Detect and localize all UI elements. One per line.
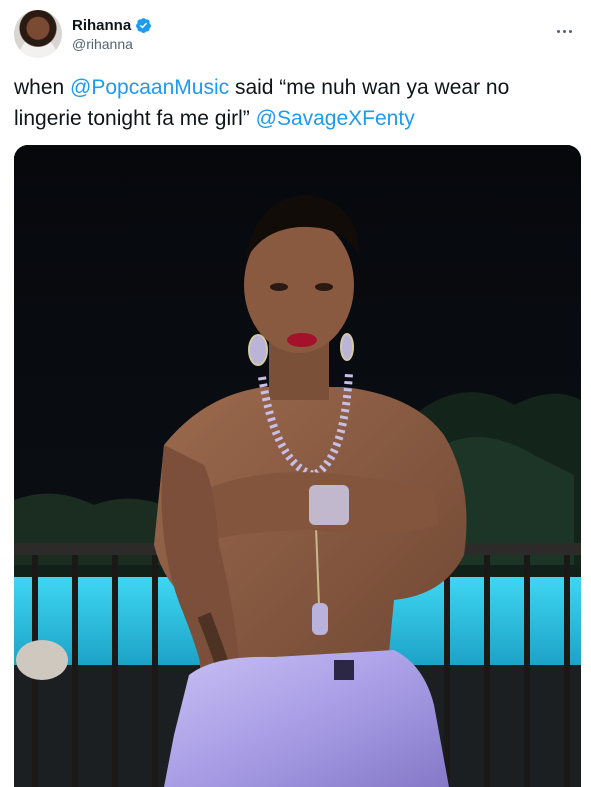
author-handle[interactable]: @rihanna xyxy=(72,36,133,52)
author-display-name[interactable]: Rihanna xyxy=(72,17,131,34)
more-options-icon[interactable] xyxy=(555,20,575,33)
mention-link[interactable]: @PopcaanMusic xyxy=(70,76,229,99)
mention-link[interactable]: @SavageXFenty xyxy=(256,107,415,130)
tweet-text-part: when xyxy=(14,76,71,99)
profile-avatar[interactable] xyxy=(14,10,62,58)
photo-illustration xyxy=(14,145,581,787)
tweet-photo[interactable] xyxy=(14,145,581,787)
verified-badge-icon xyxy=(135,17,152,34)
author-name-row[interactable]: Rihanna xyxy=(72,15,152,35)
tweet-header: Rihanna @rihanna xyxy=(14,10,577,60)
tweet-text: when @PopcaanMusic said “me nuh wan ya w… xyxy=(14,72,579,134)
